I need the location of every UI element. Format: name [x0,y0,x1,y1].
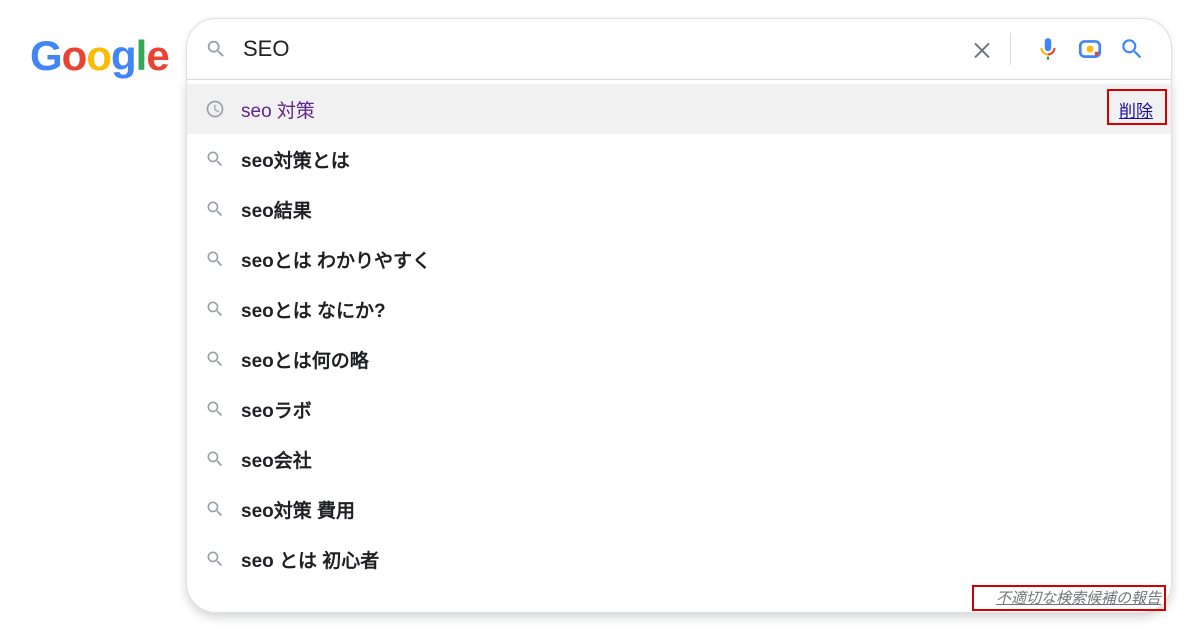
suggestion-row[interactable]: seoとは わかりやすく [187,234,1171,284]
suggestion-text: seo会社 [241,446,1153,473]
magnifier-icon [205,349,241,369]
microphone-icon[interactable] [1035,36,1061,62]
suggestion-text: seoラボ [241,396,1153,423]
suggestion-row[interactable]: seo対策 費用 [187,484,1171,534]
report-suggestions-link[interactable]: 不適切な検索候補の報告 [996,587,1161,608]
suggestion-text: seo対策 費用 [241,496,1153,523]
suggestion-text: seo結果 [241,196,1153,223]
logo-letter: e [146,32,168,79]
search-box[interactable] [186,18,1172,80]
suggestion-text: seo 対策 [241,96,1119,123]
suggestion-row[interactable]: seo会社 [187,434,1171,484]
lens-icon[interactable] [1077,36,1103,62]
suggestion-text: seo とは 初心者 [241,546,1153,573]
logo-letter: G [30,32,62,79]
magnifier-icon [205,499,241,519]
toolbar-divider [1010,33,1011,65]
clear-icon[interactable] [970,37,994,61]
magnifier-icon [205,38,227,60]
search-area: seo 対策削除 seo対策とは seo結果 seoとは わかりやすく seoとは なに… [186,18,1172,613]
search-icon[interactable] [1119,36,1145,62]
suggestion-text: seoとは なにか? [241,296,1153,323]
logo-letter: o [62,32,87,79]
magnifier-icon [205,399,241,419]
magnifier-icon [205,449,241,469]
suggestion-row[interactable]: seo結果 [187,184,1171,234]
magnifier-icon [205,299,241,319]
suggestion-row[interactable]: seoとは何の略 [187,334,1171,384]
suggestion-text: seoとは わかりやすく [241,246,1153,273]
suggestion-dropdown: seo 対策削除 seo対策とは seo結果 seoとは わかりやすく seoとは なに… [186,80,1172,613]
magnifier-icon [205,149,241,169]
magnifier-icon [205,249,241,269]
suggestion-row[interactable]: seoとは なにか? [187,284,1171,334]
logo-letter: o [86,32,111,79]
magnifier-icon [205,549,241,569]
magnifier-icon [205,199,241,219]
suggestion-text: seoとは何の略 [241,346,1153,373]
search-input[interactable] [241,35,956,63]
logo-letter: g [111,32,136,79]
google-logo[interactable]: Google [30,32,169,80]
suggestion-text: seo対策とは [241,146,1153,173]
logo-letter: l [136,32,147,79]
suggestion-row[interactable]: seo 対策削除 [187,84,1171,134]
suggestion-row[interactable]: seo とは 初心者 [187,534,1171,584]
history-icon [205,99,241,119]
delete-suggestion-link[interactable]: 削除 [1119,97,1153,122]
suggestion-row[interactable]: seo対策とは [187,134,1171,184]
suggestion-row[interactable]: seoラボ [187,384,1171,434]
